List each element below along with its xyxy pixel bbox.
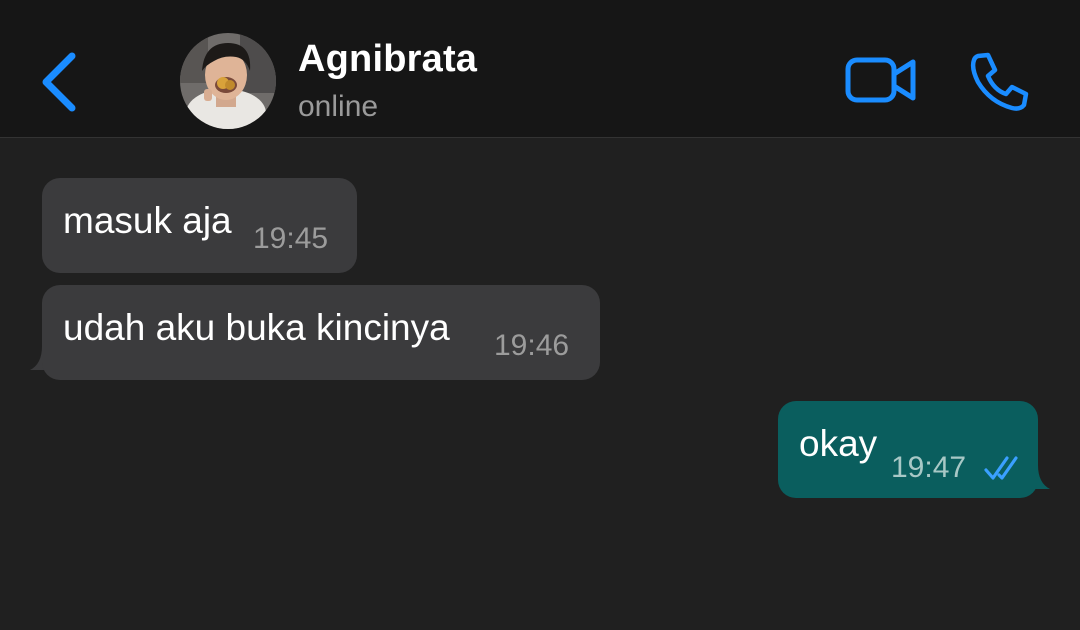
phone-icon [970,52,1029,111]
chat-header: Agnibrata online [0,0,1080,138]
contact-status: online [298,90,379,123]
message-bubble-incoming[interactable]: masuk aja 19:45 [42,178,357,273]
message-time: 19:46 [494,329,570,362]
video-camera-icon [845,57,916,103]
video-call-button[interactable] [843,52,919,108]
read-double-check-icon [984,456,1018,480]
voice-call-button[interactable] [966,50,1030,114]
message-bubble-outgoing[interactable]: okay 19:47 [778,401,1038,498]
message-bubble-incoming[interactable]: udah aku buka kincinya 19:46 [42,285,600,380]
avatar-photo [180,33,276,129]
message-text: okay [799,423,878,464]
avatar[interactable] [180,33,276,129]
contact-name[interactable]: Agnibrata [298,38,477,81]
back-button[interactable] [34,50,84,114]
message-text: udah aku buka kincinya [63,307,450,348]
chevron-left-icon [42,52,76,112]
message-time: 19:47 [891,451,967,484]
message-time: 19:45 [253,222,329,255]
message-text: masuk aja [63,200,232,241]
